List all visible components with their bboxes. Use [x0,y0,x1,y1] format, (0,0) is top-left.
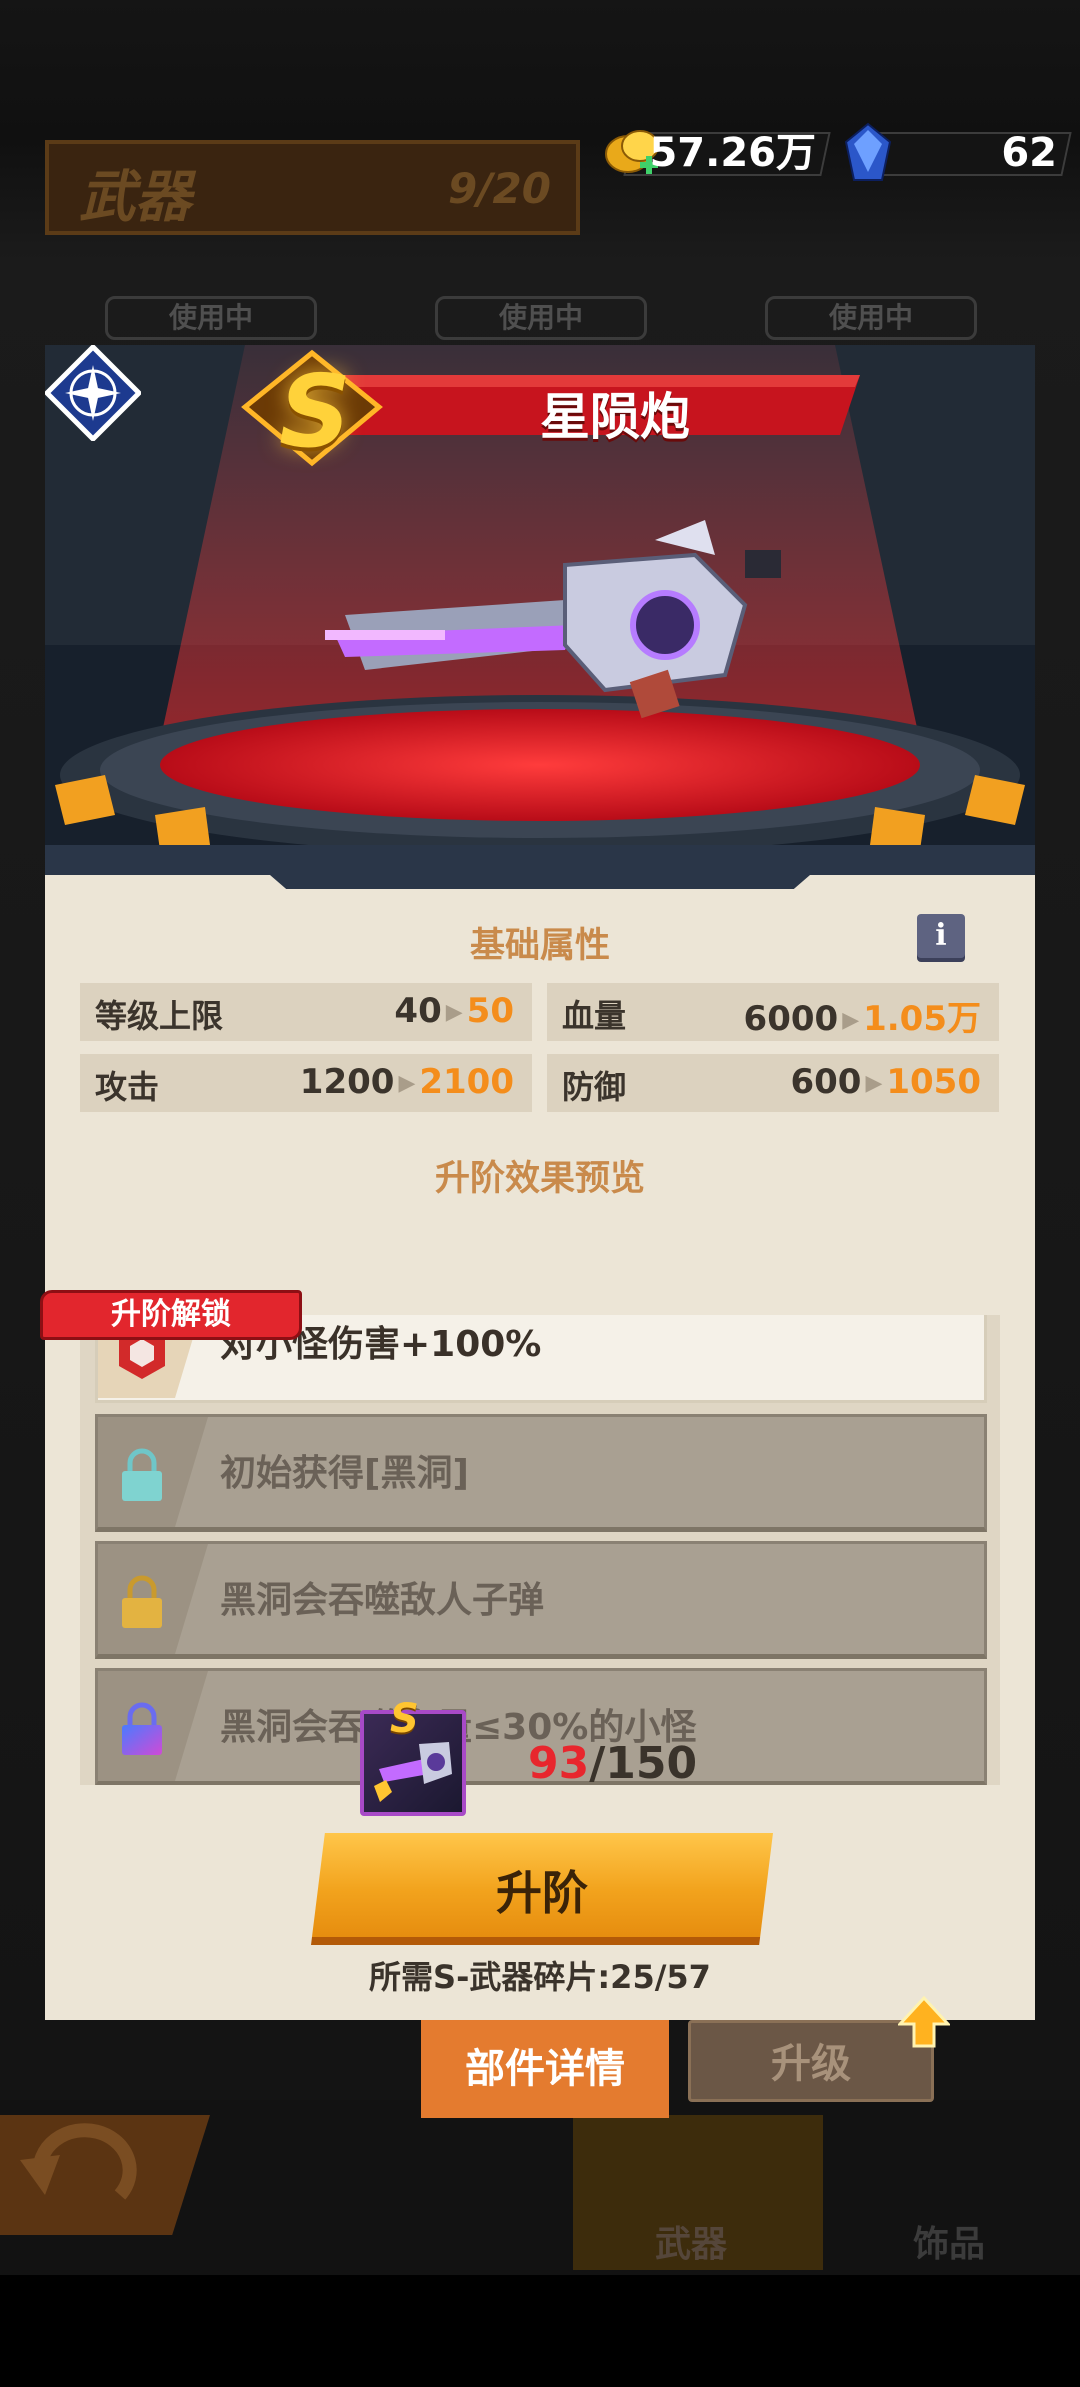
arrow-icon: ▶ [398,1071,416,1096]
part-details-button[interactable]: 部件详情 [421,2020,669,2118]
stat-defense: 防御 600 ▶ 1050 [547,1054,999,1112]
stat-label: 血量 [562,997,627,1035]
arrow-icon: ▶ [865,1071,883,1096]
stat-level-cap: 等级上限 40 ▶ 50 [80,983,532,1041]
stat-label: 等级上限 [95,997,224,1035]
bg-section-count: 9/20 [447,164,551,213]
stat-label: 防御 [562,1068,627,1106]
back-arrow-icon [20,2123,137,2200]
gold-amount: 57.26万 [649,130,816,176]
fragment-rank: S [390,1696,419,1742]
blue-gem-icon [844,122,892,181]
stat-attack: 攻击 1200 ▶ 2100 [80,1054,532,1112]
bg-section-header: 武器 9/20 [45,140,580,235]
upgrade-unlock-tag: 升阶解锁 [40,1290,302,1340]
upgrade-available-arrow-icon [898,1996,950,2048]
stat-current: 600 [790,1062,862,1102]
gem-amount: 62 [1001,130,1057,176]
lock-icon [122,1448,162,1501]
stat-label: 攻击 [95,1068,160,1106]
upgrade-effects-list[interactable]: 对小怪伤害+100% 初始获得[黑洞] 黑洞会吞噬敌人子弹 [80,1315,1000,1785]
fragment-current: 93 [528,1738,590,1789]
tab-accessory-label[interactable]: 饰品 [913,2215,985,2267]
upgrade-preview-title: 升阶效果预览 [434,1159,645,1199]
lock-icon [122,1575,162,1628]
stat-next: 1.05万 [863,999,981,1039]
tab-weapon-label: 武器 [655,2224,728,2265]
stat-hp: 血量 6000 ▶ 1.05万 [547,983,999,1041]
gold-currency[interactable]: 57.26万 [605,128,831,178]
bg-status-pill: 使用中 [435,296,647,340]
element-compass-icon [45,345,141,441]
arrow-icon: ▶ [842,1008,860,1033]
fragment-count: 93/150 [528,1738,697,1789]
fragment-total: /150 [589,1738,698,1789]
stat-current: 6000 [743,999,839,1039]
base-stats-title: 基础属性 [469,926,610,966]
weapon-name: 星陨炮 [540,388,690,446]
effect-row: 黑洞会吞噬敌人子弹 [95,1541,987,1659]
arrow-icon: ▶ [445,1000,463,1025]
stat-next: 2100 [419,1062,514,1102]
gem-currency[interactable]: 62 [844,122,1072,181]
fragment-requirement: 所需S-武器碎片:25/57 [369,1958,711,1996]
effect-text: 初始获得[黑洞] [220,1453,469,1494]
effect-text: 黑洞会吞噬敌人子弹 [220,1580,545,1621]
stat-current: 40 [394,991,442,1031]
lock-icon [122,1702,162,1755]
info-button[interactable]: i [917,914,965,958]
stat-next: 50 [466,991,514,1031]
weapon-showcase: 星陨炮 S [45,345,1035,875]
rank-badge: S [237,345,387,475]
upgrade-rank-button[interactable]: 升阶 [311,1833,773,1945]
stat-next: 1050 [886,1062,981,1102]
bg-status-pill: 使用中 [765,296,977,340]
rank-letter: S [279,353,352,470]
stat-current: 1200 [299,1062,395,1102]
bg-section-title: 武器 [79,165,191,230]
upgrade-rank-label: 升阶 [496,1866,588,1920]
bg-status-pill: 使用中 [105,296,317,340]
effect-row: 初始获得[黑洞] [95,1414,987,1532]
